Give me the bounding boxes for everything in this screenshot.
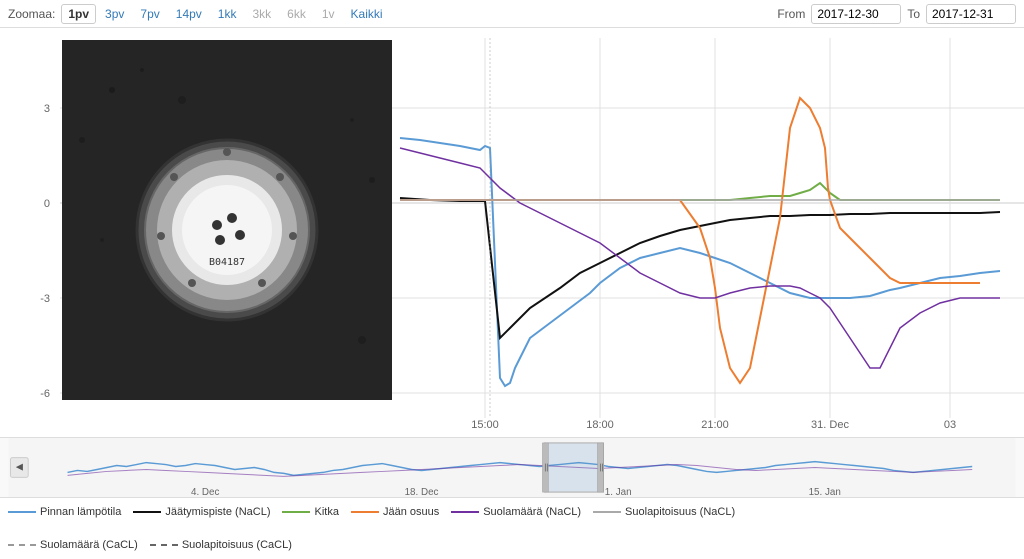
legend-area: Pinnan lämpötila Jäätymispiste (NaCL) Ki… (0, 498, 1024, 559)
legend-line-salt-nacl (451, 511, 479, 513)
svg-text:1. Jan: 1. Jan (605, 487, 632, 497)
svg-text:18:00: 18:00 (586, 419, 614, 431)
legend-label-ice: Jään osuus (383, 506, 439, 518)
legend-item-freezing: Jäätymispiste (NaCL) (133, 506, 270, 518)
legend-line-salt-cacl (8, 544, 36, 546)
from-date-input[interactable] (811, 4, 901, 24)
legend-item-salt-nacl: Suolamäärä (NaCL) (451, 506, 581, 518)
svg-text:31. Dec: 31. Dec (811, 419, 849, 431)
legend-label-salt-nacl: Suolamäärä (NaCL) (483, 506, 581, 518)
legend-item-salinity-cacl: Suolapitoisuus (CaCL) (150, 539, 292, 551)
zoom-6kk: 6kk (280, 4, 313, 24)
svg-text:15. Jan: 15. Jan (809, 487, 841, 497)
zoom-1kk[interactable]: 1kk (211, 4, 244, 24)
legend-item-friction: Kitka (282, 506, 338, 518)
svg-text:-3: -3 (40, 293, 50, 305)
svg-text:21:00: 21:00 (701, 419, 729, 431)
from-label: From (777, 7, 805, 21)
legend-label-freezing: Jäätymispiste (NaCL) (165, 506, 270, 518)
svg-text:4. Dec: 4. Dec (191, 487, 219, 497)
zoom-14pv[interactable]: 14pv (169, 4, 209, 24)
legend-line-friction (282, 511, 310, 513)
main-chart-area: 3 0 -3 -6 15:00 18:00 21:00 31. Dec 03 (0, 28, 1024, 438)
date-range: From To (777, 4, 1016, 24)
legend-item-ice: Jään osuus (351, 506, 439, 518)
legend-item-salinity-nacl: Suolapitoisuus (NaCL) (593, 506, 735, 518)
mini-chart-svg: 4. Dec 18. Dec 1. Jan 15. Jan ◄ (0, 438, 1024, 497)
legend-line-salinity-nacl (593, 511, 621, 513)
zoom-kaikki[interactable]: Kaikki (344, 4, 390, 24)
svg-text:03: 03 (944, 419, 956, 431)
top-bar: Zoomaa: 1pv 3pv 7pv 14pv 1kk 3kk 6kk 1v … (0, 0, 1024, 28)
svg-text:B04187: B04187 (209, 257, 245, 268)
to-date-input[interactable] (926, 4, 1016, 24)
legend-label-surface-temp: Pinnan lämpötila (40, 506, 121, 518)
zoom-7pv[interactable]: 7pv (133, 4, 166, 24)
legend-line-freezing (133, 511, 161, 513)
svg-text:18. Dec: 18. Dec (405, 487, 439, 497)
zoom-3kk: 3kk (245, 4, 278, 24)
svg-text:0: 0 (44, 198, 50, 210)
svg-text:15:00: 15:00 (471, 419, 499, 431)
svg-text:-6: -6 (40, 388, 50, 400)
mini-chart-area: 4. Dec 18. Dec 1. Jan 15. Jan ◄ (0, 438, 1024, 498)
legend-label-friction: Kitka (314, 506, 338, 518)
legend-label-salt-cacl: Suolamäärä (CaCL) (40, 539, 138, 551)
sensor-image: B04187 (62, 40, 392, 400)
legend-line-ice (351, 511, 379, 513)
legend-item-surface-temp: Pinnan lämpötila (8, 506, 121, 518)
svg-text:◄: ◄ (14, 459, 26, 473)
legend-line-surface-temp (8, 511, 36, 513)
to-label: To (907, 7, 920, 21)
zoom-1v: 1v (315, 4, 342, 24)
legend-item-salt-cacl: Suolamäärä (CaCL) (8, 539, 138, 551)
svg-text:3: 3 (44, 103, 50, 115)
legend-label-salinity-nacl: Suolapitoisuus (NaCL) (625, 506, 735, 518)
zoom-1pv[interactable]: 1pv (61, 4, 96, 24)
zoom-label: Zoomaa: (8, 7, 55, 21)
legend-label-salinity-cacl: Suolapitoisuus (CaCL) (182, 539, 292, 551)
zoom-3pv[interactable]: 3pv (98, 4, 131, 24)
legend-line-salinity-cacl (150, 544, 178, 546)
